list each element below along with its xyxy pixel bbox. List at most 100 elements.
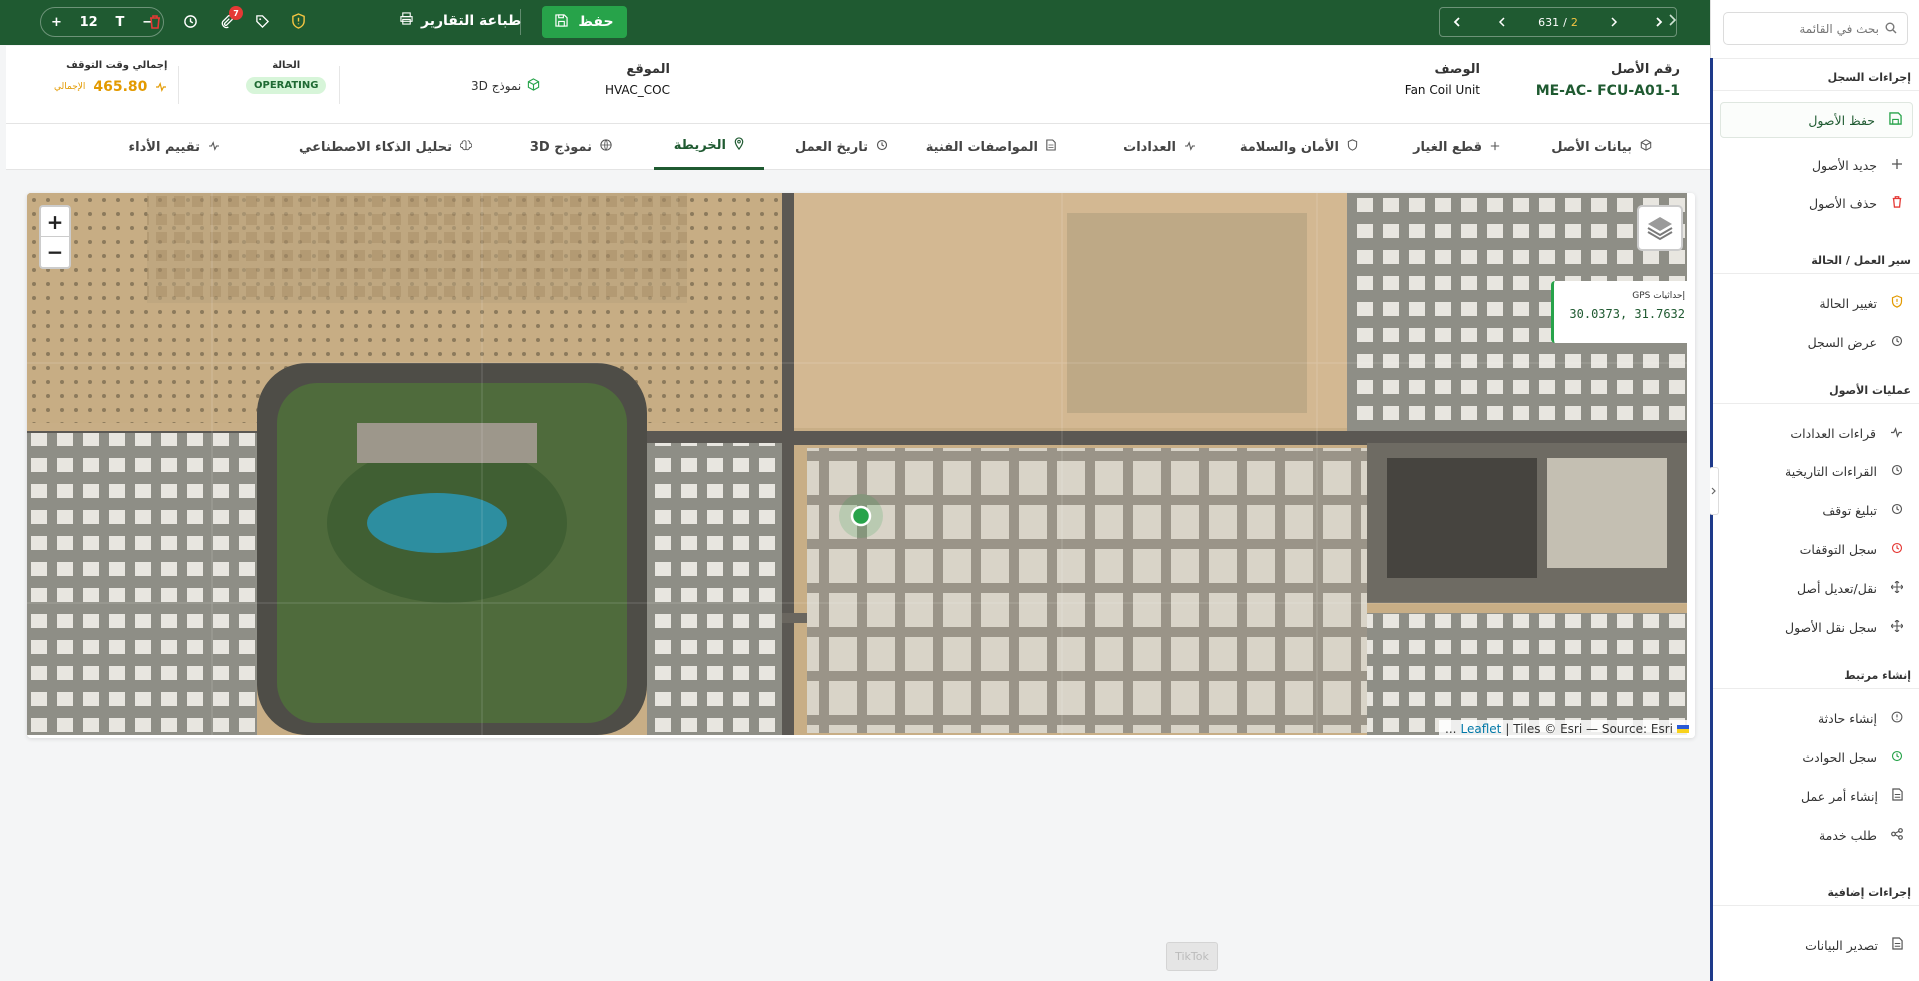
- sidebar-divider: [1713, 905, 1919, 906]
- zoom-in-button[interactable]: +: [41, 207, 69, 237]
- gps-title: إحداثيات GPS: [1632, 291, 1685, 301]
- tab-label: الخريطة: [673, 138, 726, 153]
- tab-3d-model[interactable]: نموذج 3D: [510, 124, 632, 170]
- history-icon: [1891, 464, 1903, 479]
- sidebar-item-change-status[interactable]: تغيير الحالة: [1819, 290, 1903, 316]
- tab-bar: بيانات الأصل قطع الغيار الأمان والسلامة …: [6, 124, 1710, 170]
- sidebar-item-create-work-order[interactable]: إنشاء أمر عمل: [1801, 783, 1903, 809]
- sidebar-item-meter-readings[interactable]: قراءات العدادات: [1790, 420, 1903, 446]
- sidebar-item-label: حذف الأصول: [1809, 195, 1877, 211]
- sidebar-toggle-handle[interactable]: [1709, 467, 1719, 515]
- satellite-map[interactable]: [27, 193, 1687, 735]
- model-3d-link[interactable]: نموذج 3D: [471, 78, 540, 94]
- section-create-related: إنشاء مرتبط: [1844, 669, 1911, 682]
- sidebar-item-delete-assets[interactable]: حذف الأصول: [1809, 190, 1903, 216]
- layers-icon[interactable]: [1637, 205, 1683, 251]
- sidebar-item-label: إنشاء حادثة: [1817, 710, 1877, 726]
- location-field: الموقع HVAC_COC: [605, 62, 670, 97]
- tab-work-history[interactable]: تاريخ العمل: [775, 124, 908, 170]
- sidebar-item-label: القراءات التاريخية: [1785, 463, 1877, 479]
- print-reports-button[interactable]: طباعة التقارير: [400, 12, 521, 29]
- shield-icon[interactable]: [288, 11, 308, 31]
- downtime-label: إجمالي وقت التوقف: [66, 60, 168, 71]
- font-size-value: 12: [79, 14, 98, 30]
- shield-icon: [1347, 139, 1358, 155]
- history-icon: [876, 139, 888, 155]
- tab-meters[interactable]: العدادات: [1103, 124, 1216, 170]
- zoom-out-button[interactable]: −: [41, 237, 69, 267]
- document-icon: [1892, 937, 1903, 953]
- header-divider: [178, 66, 179, 104]
- tab-map[interactable]: الخريطة: [653, 124, 764, 170]
- map-zoom-control: + −: [39, 205, 71, 269]
- model-3d-label: نموذج 3D: [471, 79, 522, 93]
- sidebar-item-label: تبليغ توقف: [1822, 502, 1877, 518]
- alert-circle-icon: [1891, 711, 1903, 726]
- first-record-button[interactable]: [1448, 13, 1466, 31]
- sidebar-item-historical-readings[interactable]: القراءات التاريخية: [1785, 458, 1903, 484]
- last-record-button[interactable]: [1650, 13, 1668, 31]
- tab-label: بيانات الأصل: [1551, 139, 1632, 155]
- move-icon: [1890, 580, 1904, 596]
- globe-icon: [600, 139, 612, 155]
- sidebar-divider: [1713, 403, 1919, 404]
- tab-technical-specs[interactable]: المواصفات الفنية: [906, 124, 1076, 170]
- delete-icon[interactable]: [145, 11, 165, 31]
- leaflet-link[interactable]: Leaflet: [1460, 722, 1501, 736]
- tab-performance[interactable]: تقييم الأداء: [109, 124, 240, 170]
- sidebar-item-new-asset[interactable]: جديد الأصول: [1812, 152, 1903, 178]
- chevron-right-icon[interactable]: [1667, 12, 1679, 31]
- sidebar-item-move-modify-asset[interactable]: نقل/تعديل أصل: [1797, 575, 1904, 601]
- font-increase-button[interactable]: +: [51, 15, 62, 30]
- toolbar-divider: [520, 9, 521, 35]
- flag-icon: [1677, 725, 1689, 733]
- tab-label: قطع الغيار: [1413, 139, 1482, 155]
- asset-number-label: رقم الأصل: [1610, 62, 1680, 77]
- sidebar-item-label: تغيير الحالة: [1819, 295, 1877, 311]
- sidebar-item-label: حفظ الأصول: [1808, 112, 1875, 128]
- status-label: الحالة: [272, 60, 301, 71]
- search-icon: [1885, 19, 1897, 38]
- history-icon: [1891, 542, 1903, 557]
- attribution-ellipsis: ...: [1445, 722, 1457, 736]
- save-button[interactable]: حفظ: [542, 6, 627, 38]
- tab-spare-parts[interactable]: قطع الغيار: [1393, 124, 1520, 170]
- sidebar-item-report-downtime[interactable]: تبليغ توقف: [1822, 497, 1903, 523]
- next-record-button[interactable]: [1605, 13, 1623, 31]
- prev-record-button[interactable]: [1493, 13, 1511, 31]
- top-toolbar: + 12 T − 7 طباعة التقارير حفظ 631 / 2: [0, 0, 1710, 45]
- history-icon[interactable]: [180, 11, 200, 31]
- tab-asset-data[interactable]: بيانات الأصل: [1531, 124, 1672, 170]
- sidebar-item-service-request[interactable]: طلب خدمة: [1819, 822, 1903, 848]
- sidebar-item-save-assets[interactable]: حفظ الأصول: [1720, 102, 1913, 138]
- sidebar-item-downtime-log[interactable]: سجل التوقفات: [1800, 536, 1903, 562]
- tab-label: العدادات: [1123, 139, 1176, 155]
- plus-icon: [1891, 158, 1903, 173]
- sidebar-item-label: سجل التوقفات: [1799, 541, 1877, 557]
- sidebar-item-create-incident[interactable]: إنشاء حادثة: [1818, 705, 1903, 731]
- sidebar-item-view-log[interactable]: عرض السجل: [1808, 329, 1903, 355]
- sidebar-item-label: سجل الحوادث: [1802, 749, 1877, 765]
- sidebar-item-asset-move-log[interactable]: سجل نقل الأصول: [1785, 614, 1904, 640]
- activity-icon: [208, 140, 220, 155]
- history-icon: [1891, 750, 1903, 765]
- main-content: رقم الأصل ME-AC- FCU-A01-1 الوصف Fan Coi…: [6, 46, 1710, 981]
- cube-icon: [527, 78, 540, 94]
- location-value: HVAC_COC: [604, 83, 670, 97]
- tag-icon[interactable]: [252, 11, 272, 31]
- sidebar-item-label: إنشاء أمر عمل: [1801, 788, 1878, 804]
- tab-safety[interactable]: الأمان والسلامة: [1220, 124, 1378, 170]
- document-icon: [1046, 139, 1056, 155]
- save-icon: [1889, 112, 1902, 128]
- sidebar-item-label: تصدير البيانات: [1805, 937, 1878, 953]
- downtime-value: 465.80: [93, 78, 148, 95]
- tab-label: الأمان والسلامة: [1239, 139, 1339, 155]
- font-icon: T: [115, 14, 125, 30]
- attachment-icon[interactable]: 7: [216, 6, 243, 31]
- save-label: حفظ: [578, 14, 614, 30]
- sidebar-item-incident-log[interactable]: سجل الحوادث: [1802, 744, 1903, 770]
- sidebar-search-input[interactable]: [1739, 21, 1879, 36]
- tab-ai-analysis[interactable]: تحليل الذكاء الاصطناعي: [279, 124, 492, 170]
- sidebar-item-export-data[interactable]: تصدير البيانات: [1805, 932, 1903, 958]
- asset-number-value: ME-AC- FCU-A01-1: [1535, 83, 1680, 99]
